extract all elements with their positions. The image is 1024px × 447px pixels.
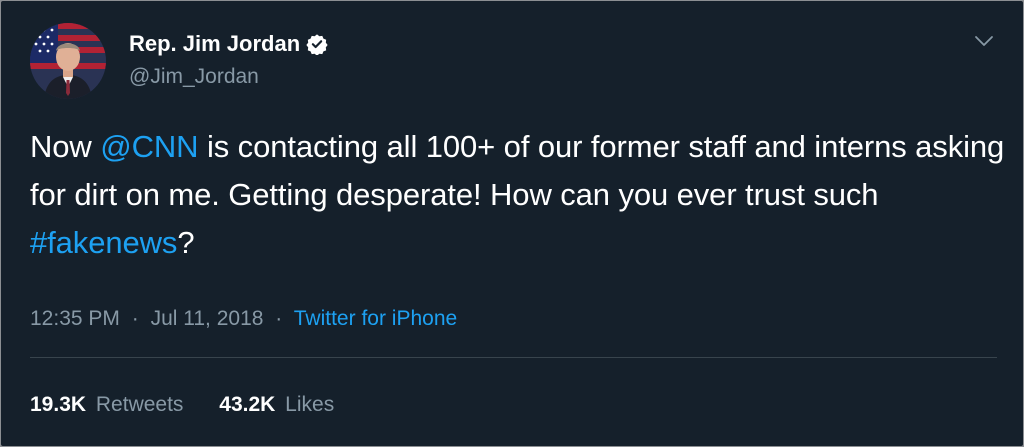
mention-link[interactable]: @CNN [100, 129, 198, 164]
tweet-time[interactable]: 12:35 PM [30, 307, 120, 330]
tweet-text-part: Now [30, 129, 101, 164]
meta-separator: · [131, 307, 139, 330]
author-display-name[interactable]: Rep. Jim Jordan [129, 31, 300, 57]
author-handle[interactable]: @Jim_Jordan [129, 64, 259, 90]
retweets-count: 19.3K [30, 393, 87, 416]
avatar[interactable] [30, 23, 106, 99]
tweet-source-link[interactable]: Twitter for iPhone [294, 307, 457, 330]
author-name-row[interactable]: Rep. Jim Jordan [129, 31, 328, 57]
chevron-down-icon[interactable] [972, 31, 996, 51]
meta-separator: · [275, 307, 283, 330]
retweets-stat[interactable]: 19.3K Retweets [30, 390, 183, 420]
tweet-date[interactable]: Jul 11, 2018 [151, 307, 264, 330]
likes-label: Likes [285, 393, 335, 416]
divider [30, 357, 997, 358]
tweet-text-part: ? [177, 225, 195, 260]
likes-count: 43.2K [219, 393, 276, 416]
tweet-text: Now @CNN is contacting all 100+ of our f… [30, 123, 1005, 267]
tweet-meta: 12:35 PM · Jul 11, 2018 · Twitter for iP… [30, 304, 457, 334]
avatar-image [30, 23, 106, 99]
likes-stat[interactable]: 43.2K Likes [219, 390, 334, 420]
verified-badge-icon [306, 34, 328, 55]
tweet-card: Rep. Jim Jordan @Jim_Jordan Now @CNN is … [1, 1, 1023, 446]
retweets-label: Retweets [95, 393, 184, 416]
hashtag-link[interactable]: #fakenews [30, 225, 177, 260]
tweet-stats: 19.3K Retweets 43.2K Likes [30, 390, 334, 420]
